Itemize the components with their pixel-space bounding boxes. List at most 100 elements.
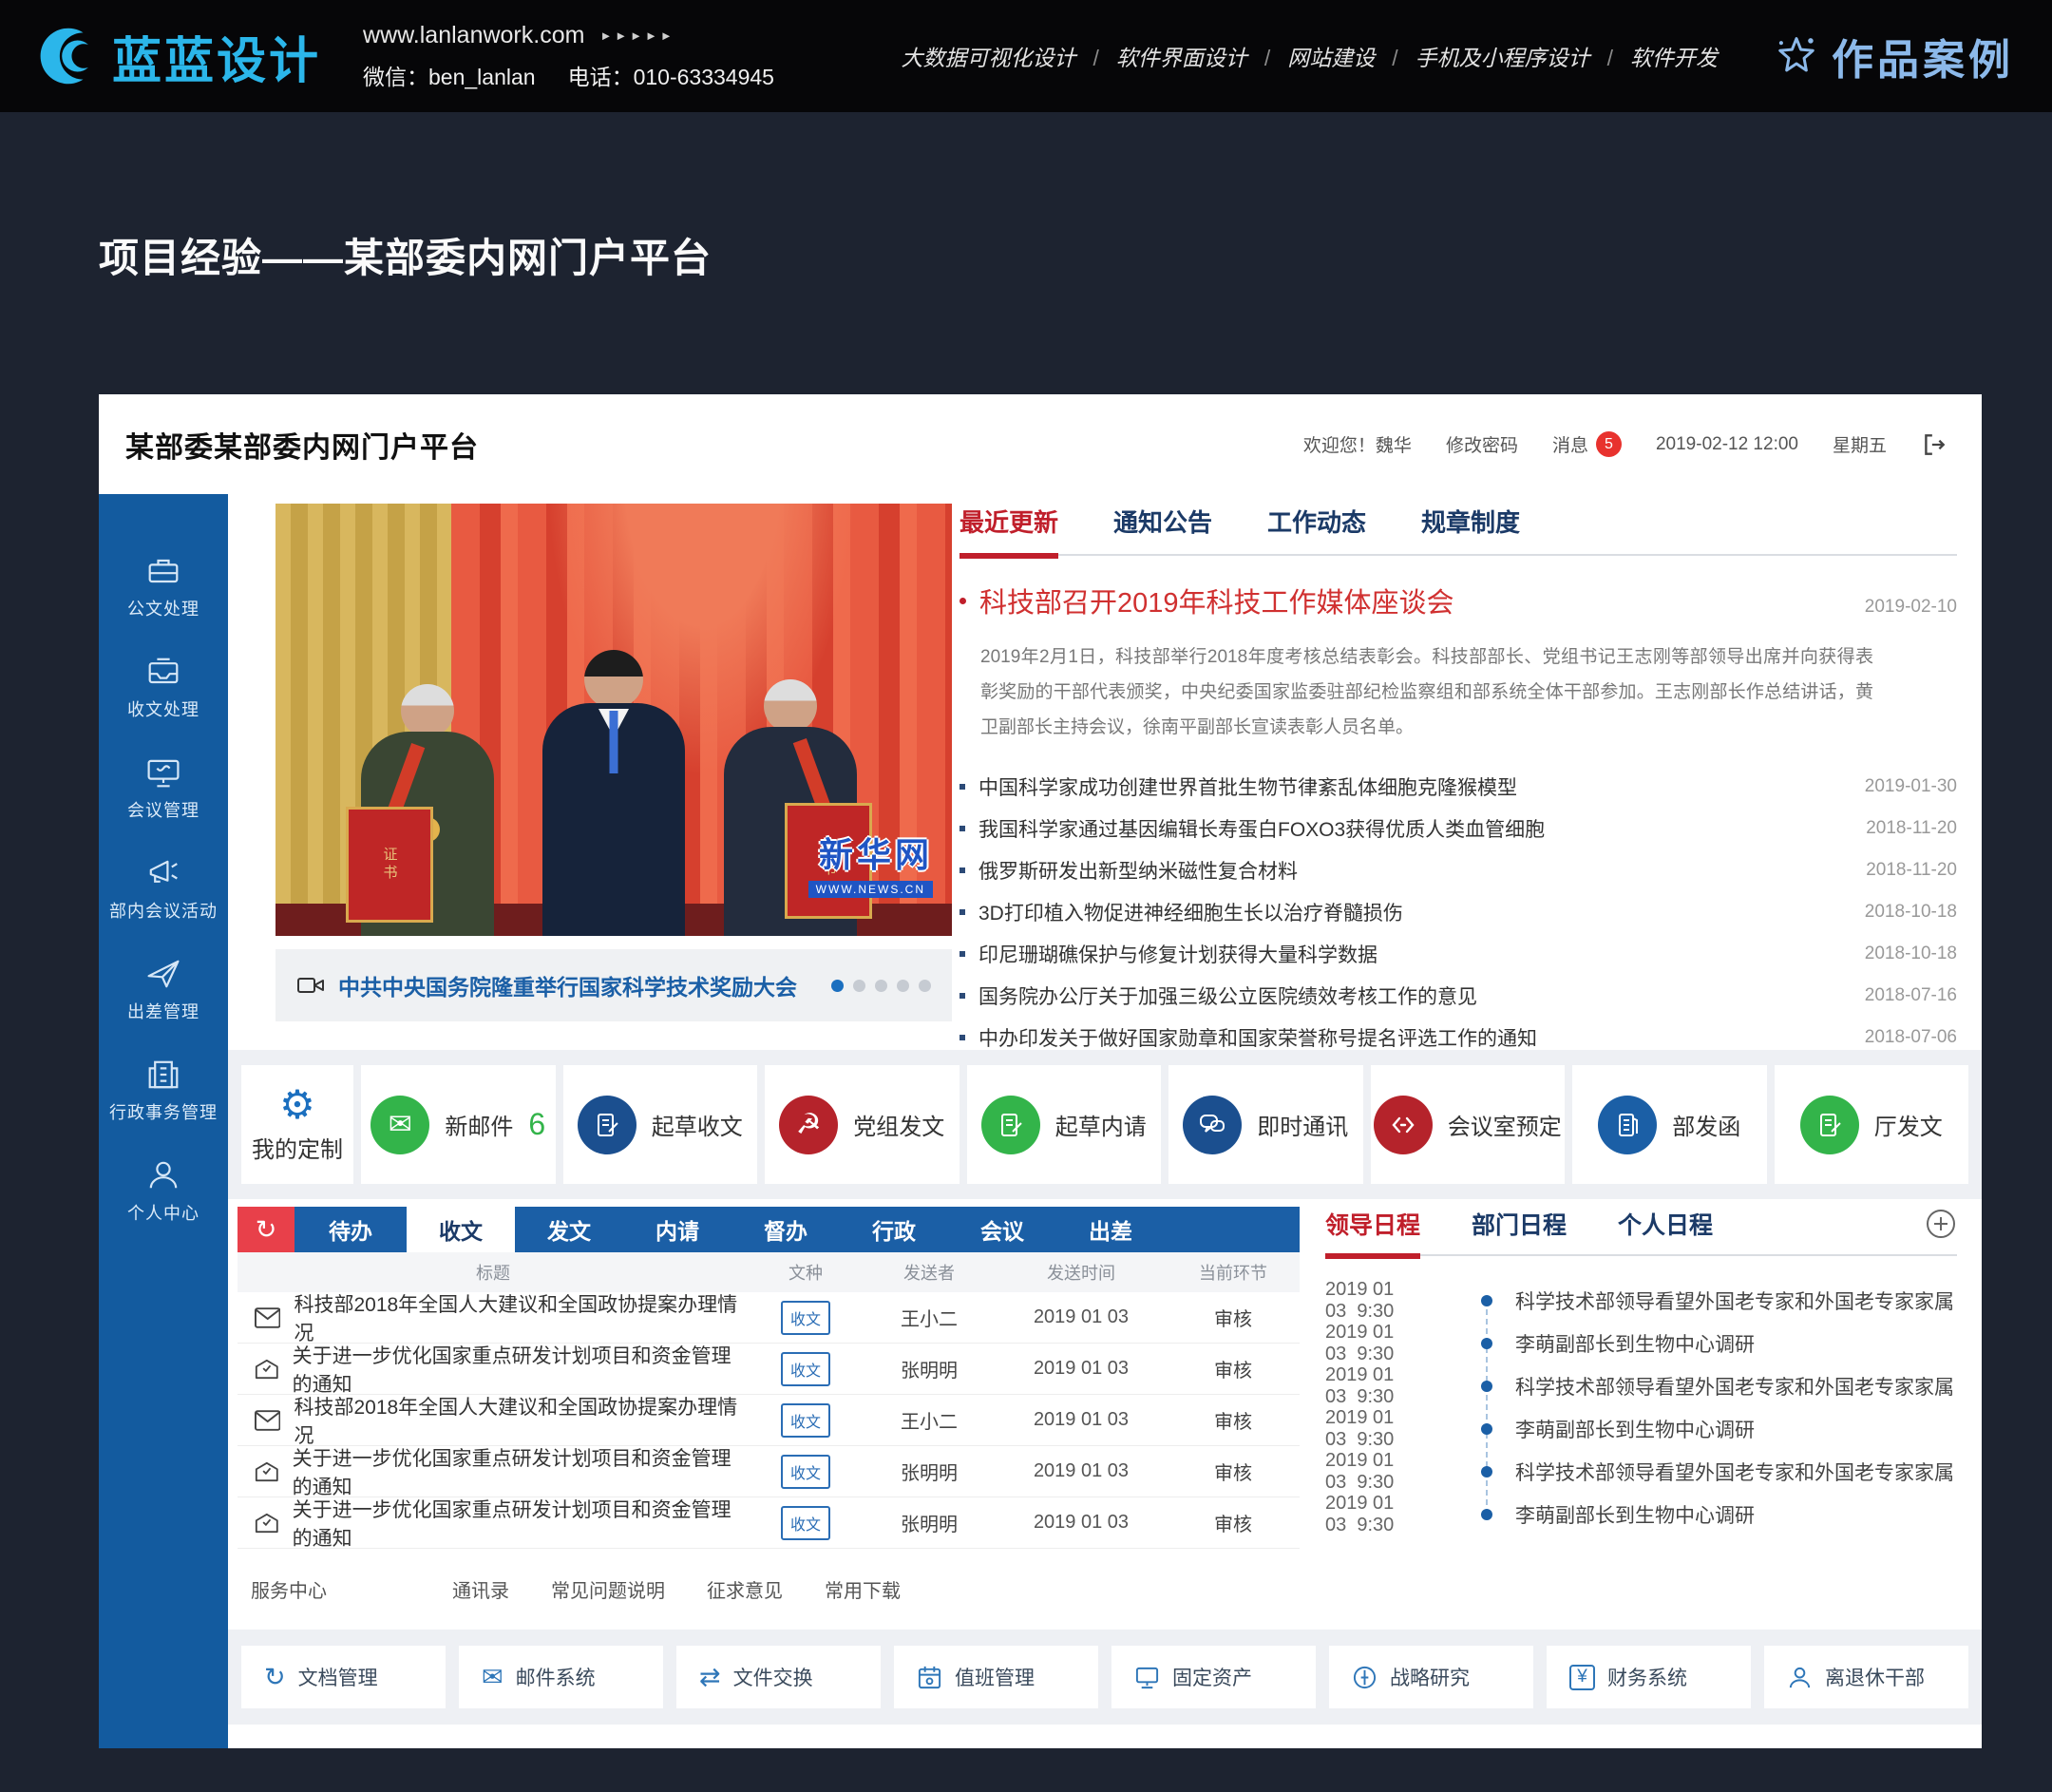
schedule-item: 2019 01 03 9:30 李萌副部长到生物中心调研: [1325, 1493, 1957, 1535]
logo-icon: [38, 26, 99, 86]
link-feedback[interactable]: 征求意见: [707, 1575, 783, 1603]
app-duty-management[interactable]: 值班管理: [894, 1646, 1098, 1708]
person-icon: [1787, 1665, 1813, 1690]
app-retired-cadres[interactable]: 离退休干部: [1764, 1646, 1968, 1708]
tab-business-trips[interactable]: 出差: [1056, 1207, 1165, 1252]
tab-notices[interactable]: 通知公告: [1113, 504, 1212, 539]
carousel-dot[interactable]: [853, 980, 865, 992]
table-row[interactable]: 科技部2018年全国人大建议和全国政协提案办理情况 收文 王小二 2019 01…: [238, 1292, 1300, 1344]
sidebar-item-personal-center[interactable]: 个人中心: [99, 1138, 228, 1239]
certificate: 证书: [346, 807, 433, 923]
change-password-link[interactable]: 修改密码: [1446, 431, 1518, 457]
tab-incoming[interactable]: 收文: [407, 1207, 515, 1252]
link-downloads[interactable]: 常用下载: [825, 1575, 901, 1603]
tab-leader-schedule[interactable]: 领导日程: [1325, 1207, 1420, 1241]
sidebar-item-document-processing[interactable]: 公文处理: [99, 534, 228, 635]
bullet-icon: [960, 867, 965, 873]
app-finance-system[interactable]: ¥ 财务系统: [1547, 1646, 1751, 1708]
featured-news-date: 2019-02-10: [1865, 597, 1957, 618]
tab-department-schedule[interactable]: 部门日程: [1472, 1207, 1567, 1241]
logo[interactable]: 蓝蓝设计: [38, 21, 321, 92]
tasks-column-headers: 标题 文种 发送者 发送时间 当前环节: [238, 1252, 1300, 1292]
tab-administration[interactable]: 行政: [840, 1207, 948, 1252]
new-mail-count: 6: [528, 1107, 545, 1142]
sidebar: 公文处理 收文处理 会议管理: [99, 494, 228, 1748]
service-center-label[interactable]: 服务中心: [251, 1575, 327, 1603]
arrows-decoration: ►►►►►: [599, 29, 674, 43]
timeline-dot-icon: [1481, 1338, 1492, 1349]
quick-action-office-docs[interactable]: 厅发文: [1775, 1065, 1969, 1184]
carousel-dots: [831, 980, 931, 992]
tab-regulations[interactable]: 规章制度: [1421, 504, 1520, 539]
page-canvas: 蓝蓝设计 www.lanlanwork.com ►►►►► 微信：ben_lan…: [0, 0, 2052, 1792]
messages-link[interactable]: 消息 5: [1552, 431, 1622, 457]
link-contacts[interactable]: 通讯录: [452, 1575, 509, 1603]
logout-icon: [1921, 431, 1948, 458]
carousel-dot[interactable]: [875, 980, 887, 992]
quick-action-instant-messaging[interactable]: 即时通讯: [1168, 1065, 1363, 1184]
carousel-dot[interactable]: [919, 980, 931, 992]
welcome-text: 欢迎您！魏华: [1303, 431, 1412, 457]
tab-internal-request[interactable]: 内请: [623, 1207, 732, 1252]
featured-news-title[interactable]: 科技部召开2019年科技工作媒体座谈会: [979, 581, 1454, 620]
tab-todo[interactable]: 待办: [294, 1207, 407, 1252]
tab-recent-updates[interactable]: 最近更新: [960, 504, 1058, 539]
app-fixed-assets[interactable]: 固定资产: [1112, 1646, 1316, 1708]
table-row[interactable]: 关于进一步优化国家重点研发计划项目和资金管理的通知 收文 张明明 2019 01…: [238, 1344, 1300, 1395]
news-item: 国务院办公厅关于加强三级公立医院绩效考核工作的意见 2018-07-16: [960, 975, 1957, 1017]
portfolio-link[interactable]: 作品案例: [1775, 26, 2014, 86]
logout-button[interactable]: [1921, 431, 1948, 458]
timeline-dot-icon: [1481, 1381, 1492, 1392]
carousel-caption[interactable]: 中共中央国务院隆重举行国家科学技术奖励大会: [338, 969, 797, 1001]
quick-action-new-mail[interactable]: ✉ 新邮件 6: [361, 1065, 556, 1184]
table-row[interactable]: 关于进一步优化国家重点研发计划项目和资金管理的通知 收文 张明明 2019 01…: [238, 1497, 1300, 1549]
wechat-text: 微信：ben_lanlan: [363, 59, 536, 91]
sidebar-item-meeting-management[interactable]: 会议管理: [99, 735, 228, 836]
quick-action-ministry-letter[interactable]: 部发函: [1572, 1065, 1767, 1184]
link-faq[interactable]: 常见问题说明: [551, 1575, 665, 1603]
photo-figure-left: 证书: [361, 684, 494, 936]
bullet-icon: [960, 993, 965, 999]
sidebar-item-internal-meetings[interactable]: 部内会议活动: [99, 836, 228, 937]
service-item: 大数据可视化设计: [901, 40, 1115, 72]
todo-refresh-icon: ↻: [238, 1207, 294, 1252]
quick-action-my-customization[interactable]: ⚙ 我的定制: [241, 1065, 353, 1184]
messages-badge: 5: [1596, 431, 1622, 457]
tab-work-news[interactable]: 工作动态: [1267, 504, 1366, 539]
tab-outgoing[interactable]: 发文: [515, 1207, 623, 1252]
table-row[interactable]: 关于进一步优化国家重点研发计划项目和资金管理的通知 收文 张明明 2019 01…: [238, 1446, 1300, 1497]
plane-icon: [142, 953, 184, 995]
app-document-management[interactable]: ↻ 文档管理: [241, 1646, 446, 1708]
phone-text: 电话：010-63334945: [568, 59, 774, 91]
carousel-dot[interactable]: [897, 980, 909, 992]
datetime-text: 2019-02-12 12:00: [1656, 434, 1798, 455]
portal-title: 某部委某部委内网门户平台: [125, 424, 479, 466]
tab-supervision[interactable]: 督办: [732, 1207, 840, 1252]
carousel-photo[interactable]: 证书 证书 新华网: [276, 504, 952, 936]
news-item: 印尼珊瑚礁保护与修复计划获得大量科学数据 2018-10-18: [960, 933, 1957, 975]
table-row[interactable]: 科技部2018年全国人大建议和全国政协提案办理情况 收文 王小二 2019 01…: [238, 1395, 1300, 1446]
add-schedule-button[interactable]: [1925, 1208, 1957, 1240]
logo-text: 蓝蓝设计: [112, 21, 321, 92]
sidebar-item-incoming-docs[interactable]: 收文处理: [99, 635, 228, 735]
app-strategy-research[interactable]: 战略研究: [1329, 1646, 1533, 1708]
app-file-exchange[interactable]: ⇄ 文件交换: [676, 1646, 881, 1708]
tab-meetings[interactable]: 会议: [948, 1207, 1056, 1252]
envelope-icon: ✉: [482, 1665, 504, 1690]
quick-action-draft-internal[interactable]: 起草内请: [967, 1065, 1162, 1184]
doc-pen-icon: [1800, 1096, 1859, 1154]
carousel-dot[interactable]: [831, 980, 844, 992]
calendar-icon: [917, 1665, 942, 1690]
schedule-item: 2019 01 03 9:30 科学技术部领导看望外国老专家和外国老专家家属: [1325, 1450, 1957, 1493]
bullet-icon: [960, 826, 965, 831]
quick-action-meeting-room[interactable]: 会议室预定: [1371, 1065, 1566, 1184]
tab-personal-schedule[interactable]: 个人日程: [1618, 1207, 1713, 1241]
doc-type-badge: 收文: [781, 1301, 830, 1335]
quick-action-party-docs[interactable]: ☭ 党组发文: [765, 1065, 960, 1184]
quick-action-draft-incoming[interactable]: 起草收文: [563, 1065, 758, 1184]
tasks-tab-bar: ↻ 待办 收文 发文 内请 督办 行政 会议 出差: [238, 1207, 1300, 1252]
bullet-icon: [960, 598, 966, 604]
sidebar-item-business-trip[interactable]: 出差管理: [99, 937, 228, 1038]
sidebar-item-admin-affairs[interactable]: 行政事务管理: [99, 1038, 228, 1138]
app-mail-system[interactable]: ✉ 邮件系统: [459, 1646, 663, 1708]
